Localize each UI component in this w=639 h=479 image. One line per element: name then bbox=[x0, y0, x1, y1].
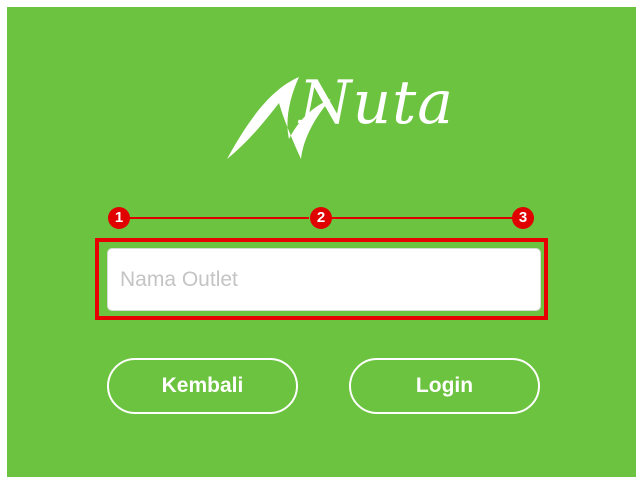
outlet-name-input[interactable] bbox=[107, 248, 541, 311]
login-button[interactable]: Login bbox=[349, 358, 540, 414]
nuta-logo: Nuta bbox=[219, 59, 453, 169]
brand-name: Nuta bbox=[299, 68, 455, 138]
back-button[interactable]: Kembali bbox=[107, 358, 298, 414]
